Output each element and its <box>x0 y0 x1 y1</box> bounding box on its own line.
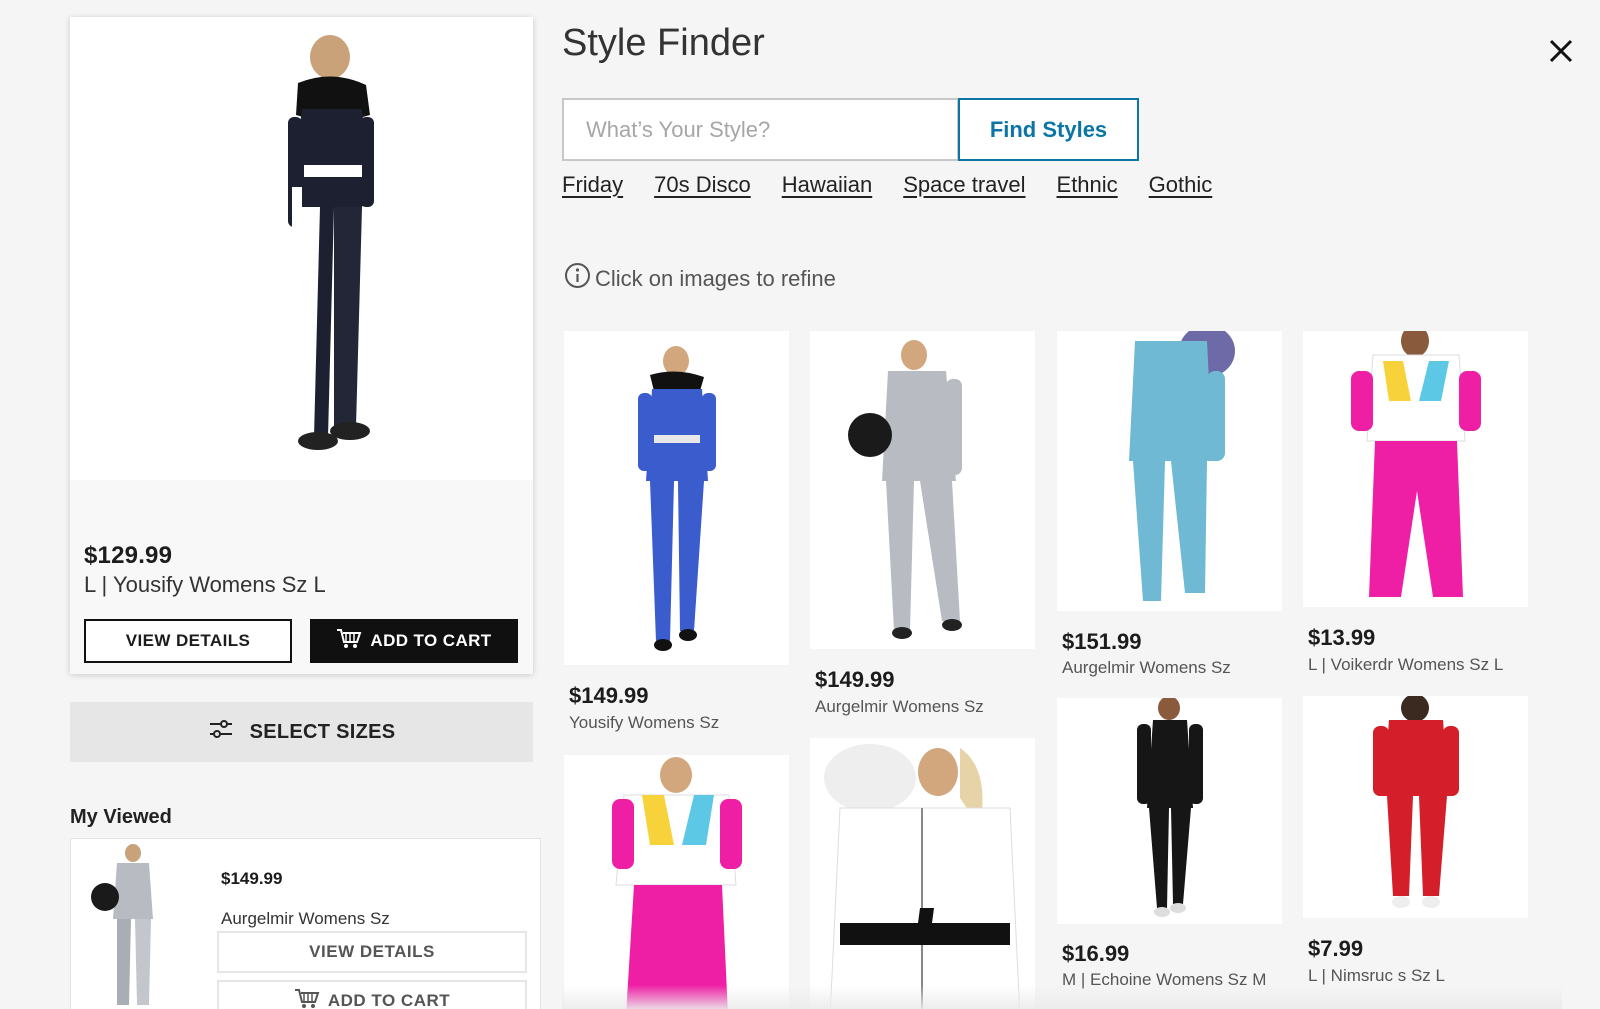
viewed-item-image[interactable] <box>71 839 196 1009</box>
view-details-button[interactable]: VIEW DETAILS <box>84 619 292 663</box>
featured-product-card: $129.99 L | Yousify Womens Sz L VIEW DET… <box>70 17 533 674</box>
viewed-add-to-cart-button[interactable]: ADD TO CART <box>217 980 527 1009</box>
page-title: Style Finder <box>562 22 765 64</box>
product-card[interactable] <box>810 738 1035 1009</box>
product-title: L | Nimsruc s Sz L <box>1308 966 1445 985</box>
style-chip-friday[interactable]: Friday <box>562 172 623 198</box>
product-image <box>810 738 1035 1009</box>
results-column-1: $149.99 Yousify Womens Sz <box>564 331 789 1009</box>
style-chip-gothic[interactable]: Gothic <box>1149 172 1213 198</box>
sliders-icon <box>208 719 234 745</box>
product-card[interactable]: $7.99 L | Nimsruc s Sz L <box>1303 694 1528 986</box>
viewed-view-details-button[interactable]: VIEW DETAILS <box>217 931 527 973</box>
featured-product-image[interactable] <box>70 17 533 480</box>
product-price: $149.99 <box>569 683 649 708</box>
viewed-add-to-cart-label: ADD TO CART <box>327 991 451 1009</box>
product-image <box>564 755 789 1009</box>
product-card[interactable]: $16.99 M | Echoine Womens Sz M <box>1057 696 1282 1009</box>
view-details-label: VIEW DETAILS <box>125 631 251 650</box>
my-viewed-heading: My Viewed <box>70 806 172 828</box>
product-price: $16.99 <box>1062 941 1130 966</box>
product-image <box>1303 694 1528 918</box>
product-card[interactable] <box>564 755 789 1009</box>
product-card[interactable]: $151.99 Aurgelmir Womens Sz <box>1057 331 1282 677</box>
featured-price: $129.99 <box>84 542 173 569</box>
style-search-input[interactable] <box>562 98 959 161</box>
product-title: Aurgelmir Womens Sz <box>815 697 984 716</box>
style-suggestions: Friday 70s Disco Hawaiian Space travel E… <box>562 172 1212 198</box>
product-card[interactable]: $13.99 L | Voikerdr Womens Sz L <box>1303 331 1528 676</box>
info-icon <box>564 262 591 295</box>
product-image <box>564 331 789 665</box>
add-to-cart-button[interactable]: ADD TO CART <box>310 619 518 663</box>
viewed-view-details-label: VIEW DETAILS <box>309 942 435 961</box>
add-to-cart-label: ADD TO CART <box>370 631 492 650</box>
product-price: $151.99 <box>1062 629 1142 654</box>
cart-icon <box>336 628 362 655</box>
featured-product-info: $129.99 L | Yousify Womens Sz L VIEW DET… <box>70 480 533 674</box>
style-chip-70s-disco[interactable]: 70s Disco <box>654 172 751 198</box>
viewed-item: $149.99 Aurgelmir Womens Sz VIEW DETAILS… <box>70 838 541 1009</box>
results-column-2: $149.99 Aurgelmir Womens Sz <box>810 331 1035 1009</box>
results-column-4: $13.99 L | Voikerdr Womens Sz L $7.99 L … <box>1303 331 1528 1009</box>
select-sizes-button[interactable]: SELECT SIZES <box>70 702 533 762</box>
scroll-fade <box>562 985 1562 1009</box>
product-price: $149.99 <box>815 667 895 692</box>
select-sizes-label: SELECT SIZES <box>249 720 396 743</box>
close-icon[interactable] <box>1543 33 1579 69</box>
cart-icon <box>294 988 320 1009</box>
product-price: $7.99 <box>1308 936 1364 961</box>
viewed-item-price: $149.99 <box>221 869 283 888</box>
product-price: $13.99 <box>1308 625 1376 650</box>
find-styles-button[interactable]: Find Styles <box>958 98 1139 161</box>
product-title: L | Voikerdr Womens Sz L <box>1308 655 1504 674</box>
style-chip-space-travel[interactable]: Space travel <box>903 172 1025 198</box>
product-image <box>1303 331 1528 607</box>
product-image <box>1057 696 1282 924</box>
product-image <box>810 331 1035 649</box>
featured-title: L | Yousify Womens Sz L <box>84 572 326 597</box>
product-card[interactable]: $149.99 Aurgelmir Womens Sz <box>810 331 1035 716</box>
refine-hint-text: Click on images to refine <box>595 265 836 291</box>
product-image <box>1057 331 1282 611</box>
product-title: Aurgelmir Womens Sz <box>1062 658 1231 677</box>
find-styles-label: Find Styles <box>989 116 1108 142</box>
results-column-3: $151.99 Aurgelmir Womens Sz $16.99 M | E… <box>1057 331 1282 1009</box>
product-title: Yousify Womens Sz <box>569 713 720 732</box>
style-chip-ethnic[interactable]: Ethnic <box>1057 172 1118 198</box>
viewed-item-title: Aurgelmir Womens Sz <box>221 909 390 928</box>
product-card[interactable]: $149.99 Yousify Womens Sz <box>564 331 789 732</box>
refine-hint: Click on images to refine <box>564 262 836 295</box>
style-chip-hawaiian[interactable]: Hawaiian <box>782 172 873 198</box>
